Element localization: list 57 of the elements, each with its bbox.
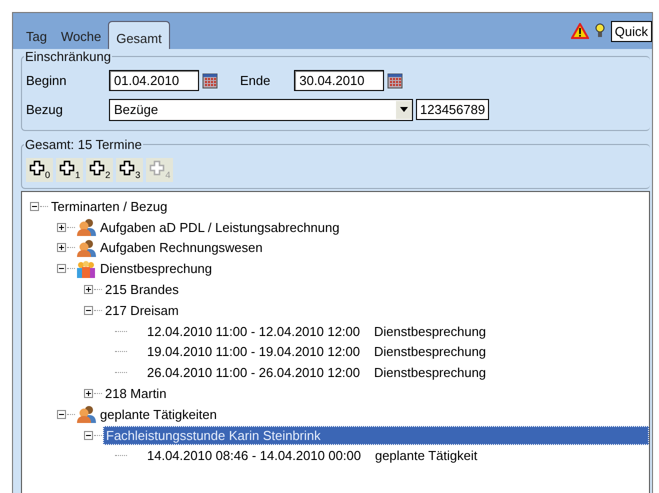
expand-icon[interactable] [84,285,93,294]
people-icon [76,218,96,236]
tab[interactable]: Gesamt [108,21,170,49]
add-button[interactable]: 3 [116,158,144,182]
field-label: Ende [240,73,270,88]
appointment-time: 19.04.2010 11:00 - 19.04.2010 12:00 [147,344,360,360]
tree-item[interactable]: Aufgaben Rechnungswesen [98,239,265,256]
collapse-icon[interactable] [30,202,39,211]
plus-icon [89,160,106,176]
tree-item[interactable]: geplante Tätigkeiten [98,406,219,423]
plus-icon [29,160,45,176]
tree-item[interactable]: 217 Dreisam [103,302,181,319]
date-field[interactable]: 30.04.2010 [294,70,384,91]
calendar-icon[interactable] [202,72,218,88]
plus-icon [149,160,166,176]
appointment-subject: Dienstbesprechung [374,344,486,360]
dropdown-arrow-icon[interactable] [400,107,408,112]
field-label: Beginn [26,73,68,88]
group-title: Einschränkung [24,49,112,64]
tree-item[interactable]: 215 Brandes [103,281,181,298]
dropdown[interactable]: Bezüge [109,98,413,120]
expand-icon[interactable] [57,222,66,232]
date-field[interactable]: 01.04.2010 [109,70,199,91]
appointment-subject: Dienstbesprechung [374,324,486,339]
tree-item[interactable]: 218 Martin [103,385,168,402]
expand-icon[interactable] [57,243,66,252]
tab[interactable]: Woche [54,21,108,49]
group-title: Gesamt: 15 Termine [24,137,143,152]
people-icon [76,238,96,257]
collapse-icon[interactable] [57,264,66,274]
plus-icon [119,160,136,176]
collapse-icon[interactable] [84,430,93,440]
lightbulb-icon[interactable] [594,23,605,39]
tree-item[interactable]: Dienstbesprechung [98,260,214,278]
number-field[interactable]: 123456789 [416,99,490,120]
tab[interactable]: Tag [19,21,54,49]
people-icon [76,405,96,424]
tree-item[interactable]: Terminarten / Bezug [49,198,170,215]
field-label: Bezug [26,102,64,117]
team-icon [76,260,96,278]
appointment-time: 26.04.2010 11:00 - 26.04.2010 12:00 [147,365,360,380]
add-button[interactable]: 2 [86,158,114,182]
tree-item[interactable]: Aufgaben aD PDL / Leistungsabrechnung [98,218,342,236]
appointment-time: 14.04.2010 08:46 - 14.04.2010 00:00 [147,448,361,464]
quick-search-field[interactable]: Quick [610,20,652,42]
collapse-icon[interactable] [57,410,66,419]
expand-icon[interactable] [84,389,93,398]
appointment-subject: Dienstbesprechung [374,365,486,380]
add-button[interactable]: 1 [56,158,84,182]
warning-icon[interactable] [570,23,589,39]
appointment-subject: geplante Tätigkeit [374,448,478,464]
appointment-time: 12.04.2010 11:00 - 12.04.2010 12:00 [147,324,360,339]
collapse-icon[interactable] [84,306,93,315]
tree-item[interactable]: Fachleistungsstunde Karin Steinbrink [103,426,649,445]
add-button[interactable]: 0 [26,158,54,182]
calendar-icon[interactable] [387,72,404,88]
plus-icon [59,160,76,176]
